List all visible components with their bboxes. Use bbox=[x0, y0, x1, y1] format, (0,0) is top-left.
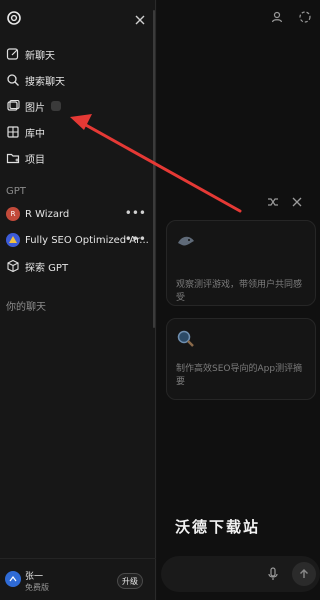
images-icon bbox=[6, 99, 20, 113]
suggestion-card[interactable]: 观察测评游戏，带领用户共同感受 bbox=[166, 220, 316, 306]
sidebar-item-label: 新聊天 bbox=[25, 50, 55, 62]
search-icon bbox=[6, 73, 20, 87]
shuffle-icon[interactable] bbox=[267, 193, 279, 212]
send-icon[interactable] bbox=[292, 562, 316, 586]
composer-bar[interactable] bbox=[161, 556, 320, 592]
user-name: 张一 bbox=[25, 572, 44, 582]
top-toolbar bbox=[270, 10, 312, 24]
logo-icon[interactable] bbox=[6, 10, 22, 26]
card-actions bbox=[267, 193, 303, 212]
card-text: 观察测评游戏，带领用户共同感受 bbox=[176, 280, 303, 303]
sidebar-item-label: 图片 bbox=[25, 102, 45, 114]
avatar bbox=[5, 571, 21, 587]
sidebar-scrollbar[interactable] bbox=[153, 10, 155, 328]
sidebar: 新聊天 搜索聊天 图片 库中 项目 GPT R R Wizard ••• Ful… bbox=[0, 0, 156, 600]
profile-icon[interactable] bbox=[270, 10, 284, 24]
main-panel: 观察测评游戏，带领用户共同感受 制作高效SEO导向的App测评摘要 沃德下载站 bbox=[157, 0, 320, 600]
gpt-item-r-wizard[interactable]: R R Wizard ••• bbox=[0, 202, 150, 226]
more-options-icon[interactable]: ••• bbox=[125, 232, 146, 246]
user-account-row[interactable]: 张一 免费版 升级 bbox=[0, 558, 156, 600]
sidebar-item-label: 探索 GPT bbox=[25, 262, 69, 274]
magnifier-icon bbox=[176, 329, 196, 349]
close-icon[interactable] bbox=[291, 193, 303, 212]
cube-icon bbox=[6, 259, 20, 273]
card-text: 制作高效SEO导向的App测评摘要 bbox=[176, 364, 303, 387]
sidebar-item-label: 搜索聊天 bbox=[25, 76, 65, 88]
suggestion-card[interactable]: 制作高效SEO导向的App测评摘要 bbox=[166, 318, 316, 400]
gpt-item-seo-article[interactable]: Fully SEO Optimized Ar... ••• bbox=[0, 228, 150, 252]
sidebar-item-projects[interactable]: 项目 bbox=[0, 146, 150, 170]
gpt-item-label: R Wizard bbox=[25, 208, 70, 220]
sidebar-item-search[interactable]: 搜索聊天 bbox=[0, 68, 150, 92]
sidebar-item-label: 库中 bbox=[25, 128, 45, 140]
mic-icon[interactable] bbox=[265, 566, 281, 582]
watermark-text: 沃德下载站 bbox=[175, 518, 261, 536]
upgrade-button[interactable]: 升级 bbox=[117, 573, 143, 589]
sidebar-header bbox=[0, 8, 156, 30]
copy-icon[interactable] bbox=[298, 10, 312, 24]
r-wizard-avatar-icon: R bbox=[6, 207, 20, 221]
explore-gpts[interactable]: 探索 GPT bbox=[0, 254, 150, 278]
shark-icon bbox=[176, 231, 196, 251]
more-options-icon[interactable]: ••• bbox=[125, 206, 146, 220]
sidebar-item-new-chat[interactable]: 新聊天 bbox=[0, 42, 150, 66]
library-icon bbox=[6, 125, 20, 139]
user-plan: 免费版 bbox=[25, 583, 49, 592]
seo-gpt-avatar-icon bbox=[6, 233, 20, 247]
new-badge bbox=[51, 101, 61, 111]
folder-icon bbox=[6, 151, 20, 165]
close-icon[interactable] bbox=[134, 11, 146, 25]
sidebar-item-label: 项目 bbox=[25, 154, 45, 166]
sidebar-item-images[interactable]: 图片 bbox=[0, 94, 150, 118]
edit-icon bbox=[6, 47, 20, 61]
sidebar-item-library[interactable]: 库中 bbox=[0, 120, 150, 144]
gpt-section-label: GPT bbox=[6, 186, 26, 197]
chats-section-label: 你的聊天 bbox=[6, 302, 46, 313]
